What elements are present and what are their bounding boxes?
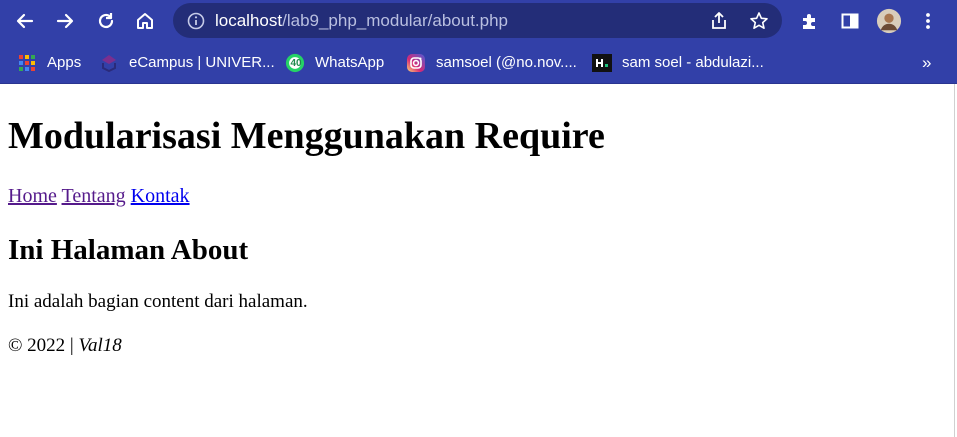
bookmark-instagram[interactable]: samsoel (@no.nov.... bbox=[406, 42, 577, 83]
window-edge bbox=[954, 84, 955, 437]
section-heading: Ini Halaman About bbox=[8, 234, 249, 266]
extensions-icon[interactable] bbox=[797, 8, 823, 34]
whatsapp-icon: 40 bbox=[285, 53, 305, 73]
url-path: /lab9_php_modular/about.php bbox=[282, 11, 509, 30]
reload-icon[interactable] bbox=[93, 8, 119, 34]
star-icon[interactable] bbox=[749, 11, 769, 36]
ecampus-icon bbox=[99, 53, 119, 73]
bookmarks-bar: Apps eCampus | UNIVER... 40 WhatsApp sam… bbox=[0, 42, 957, 84]
content-paragraph: Ini adalah bagian content dari halaman. bbox=[8, 291, 308, 312]
whatsapp-badge: 40 bbox=[290, 57, 302, 69]
bookmark-label: Apps bbox=[47, 54, 82, 71]
url-host: localhost bbox=[215, 11, 283, 30]
home-icon[interactable] bbox=[132, 8, 158, 34]
side-panel-icon[interactable] bbox=[837, 8, 863, 34]
bookmark-whatsapp[interactable]: 40 WhatsApp bbox=[285, 42, 384, 83]
menu-icon[interactable] bbox=[915, 8, 941, 34]
site-info-icon[interactable] bbox=[187, 12, 205, 35]
bookmark-label: samsoel (@no.nov.... bbox=[436, 54, 577, 71]
bookmark-apps[interactable]: Apps bbox=[17, 42, 81, 83]
footer-author: Val18 bbox=[78, 335, 122, 356]
instagram-icon bbox=[406, 53, 426, 73]
bookmark-ecampus[interactable]: eCampus | UNIVER... bbox=[99, 42, 275, 83]
back-arrow-icon[interactable] bbox=[12, 8, 38, 34]
bookmark-label: sam soel - abdulazi... bbox=[622, 54, 764, 71]
nav-link-kontak[interactable]: Kontak bbox=[131, 185, 190, 207]
forward-arrow-icon[interactable] bbox=[52, 8, 78, 34]
share-icon[interactable] bbox=[709, 11, 729, 36]
url-text: localhost/lab9_php_modular/about.php bbox=[215, 3, 508, 38]
footer: © 2022 | Val18 bbox=[8, 334, 122, 358]
hashnode-icon bbox=[592, 53, 612, 73]
address-bar[interactable]: localhost/lab9_php_modular/about.php bbox=[173, 3, 782, 38]
page-title: Modularisasi Menggunakan Require bbox=[8, 115, 605, 157]
bookmarks-overflow-button[interactable]: » bbox=[922, 42, 931, 83]
apps-grid-icon bbox=[17, 53, 37, 73]
profile-avatar[interactable] bbox=[876, 8, 902, 34]
bookmark-label: eCampus | UNIVER... bbox=[129, 54, 275, 71]
site-nav: Home Tentang Kontak bbox=[8, 184, 190, 208]
footer-copyright: © 2022 | bbox=[8, 335, 79, 356]
bookmark-label: WhatsApp bbox=[315, 54, 385, 71]
bookmark-hashnode[interactable]: sam soel - abdulazi... bbox=[592, 42, 764, 83]
nav-link-home[interactable]: Home bbox=[8, 185, 57, 207]
nav-link-tentang[interactable]: Tentang bbox=[62, 185, 126, 207]
browser-toolbar: localhost/lab9_php_modular/about.php bbox=[0, 0, 957, 42]
